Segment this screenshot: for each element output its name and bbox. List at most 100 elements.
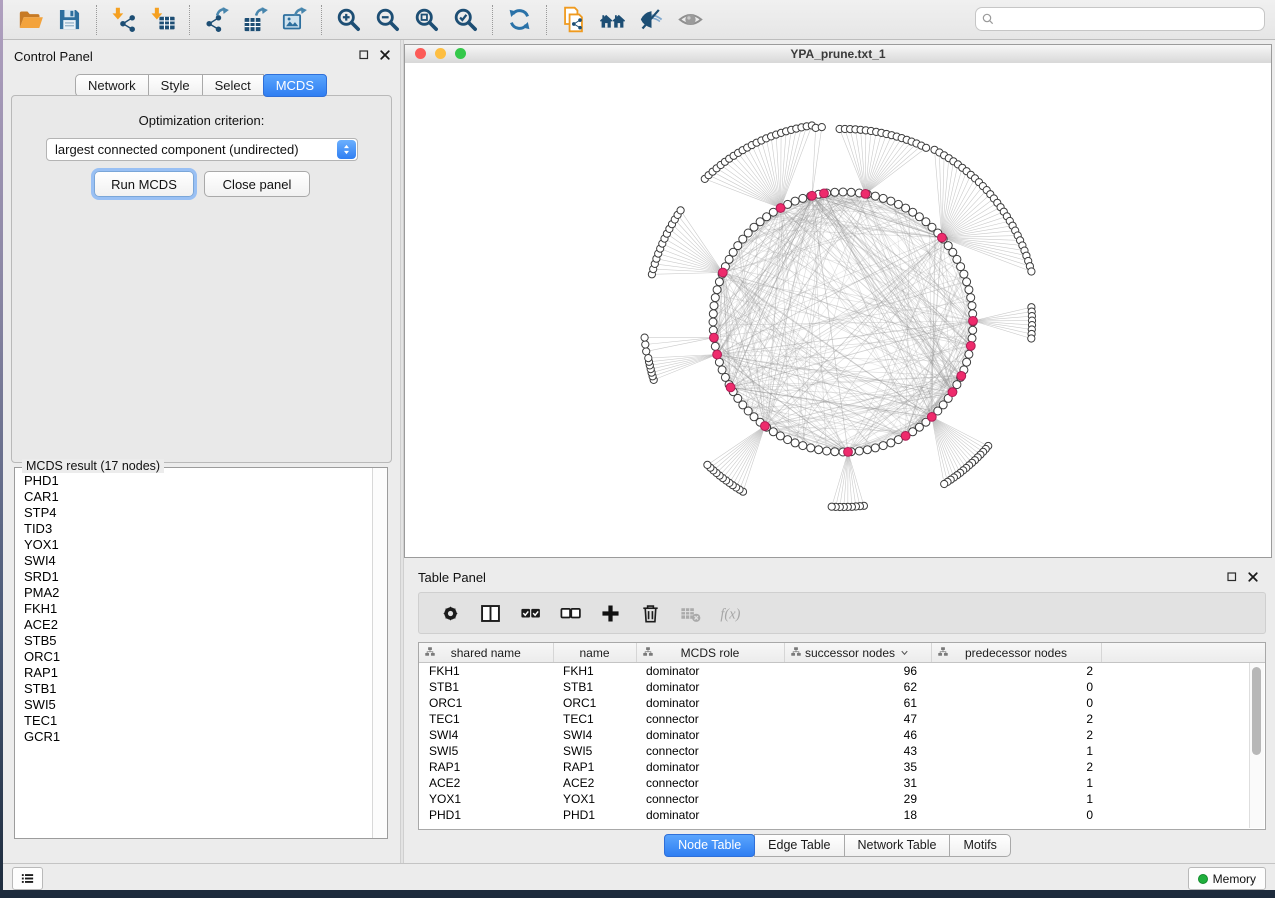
network-node[interactable] bbox=[871, 444, 879, 452]
mcds-node[interactable] bbox=[938, 233, 947, 242]
result-item[interactable]: TEC1 bbox=[24, 713, 372, 729]
network-node[interactable] bbox=[871, 192, 879, 200]
network-node[interactable] bbox=[799, 442, 807, 450]
network-node[interactable] bbox=[709, 310, 717, 318]
column-header-MCDS-role[interactable]: MCDS role bbox=[636, 643, 784, 663]
network-node[interactable] bbox=[879, 442, 887, 450]
network-node[interactable] bbox=[967, 294, 975, 302]
network-node[interactable] bbox=[641, 334, 648, 341]
optimization-criterion-select[interactable]: largest connected component (undirected) bbox=[46, 138, 358, 161]
export-image-button[interactable] bbox=[275, 3, 314, 37]
result-item[interactable]: PHD1 bbox=[24, 473, 372, 489]
result-item[interactable]: ACE2 bbox=[24, 617, 372, 633]
network-node[interactable] bbox=[887, 197, 895, 205]
search-input[interactable] bbox=[996, 11, 1260, 27]
network-node[interactable] bbox=[879, 194, 887, 202]
mcds-node[interactable] bbox=[726, 383, 735, 392]
add-column-button[interactable] bbox=[593, 597, 627, 629]
network-node[interactable] bbox=[839, 188, 847, 196]
network-canvas[interactable] bbox=[405, 63, 1271, 557]
network-node[interactable] bbox=[828, 503, 835, 510]
network-node[interactable] bbox=[713, 286, 721, 294]
network-node[interactable] bbox=[960, 270, 968, 278]
unselect-all-button[interactable] bbox=[553, 597, 587, 629]
mcds-node[interactable] bbox=[927, 413, 936, 422]
network-node[interactable] bbox=[715, 278, 723, 286]
table-row[interactable]: STB1STB1dominator620 bbox=[419, 679, 1265, 695]
network-node[interactable] bbox=[941, 480, 948, 487]
network-node[interactable] bbox=[968, 302, 976, 310]
mcds-node[interactable] bbox=[948, 388, 957, 397]
network-node[interactable] bbox=[645, 355, 652, 362]
network-node[interactable] bbox=[968, 334, 976, 342]
network-node[interactable] bbox=[677, 207, 684, 214]
mcds-node[interactable] bbox=[761, 422, 770, 431]
table-row[interactable]: FKH1FKH1dominator962 bbox=[419, 663, 1265, 680]
hide-labels-button[interactable] bbox=[632, 3, 671, 37]
mcds-node[interactable] bbox=[808, 191, 817, 200]
network-node[interactable] bbox=[923, 144, 930, 151]
network-node[interactable] bbox=[847, 188, 855, 196]
mcds-node[interactable] bbox=[844, 448, 853, 457]
close-panel-button[interactable]: Close panel bbox=[204, 171, 310, 197]
delete-column-button[interactable] bbox=[633, 597, 667, 629]
close-panel-icon[interactable] bbox=[379, 49, 391, 61]
result-item[interactable]: PMA2 bbox=[24, 585, 372, 601]
zoom-in-button[interactable] bbox=[329, 3, 368, 37]
task-history-button[interactable] bbox=[12, 867, 43, 890]
mcds-node[interactable] bbox=[901, 432, 910, 441]
zoom-out-button[interactable] bbox=[368, 3, 407, 37]
memory-button[interactable]: Memory bbox=[1188, 867, 1266, 890]
mcds-node[interactable] bbox=[710, 333, 719, 342]
tab-select[interactable]: Select bbox=[202, 74, 264, 97]
import-network-button[interactable] bbox=[104, 3, 143, 37]
tab-style[interactable]: Style bbox=[148, 74, 203, 97]
network-node[interactable] bbox=[855, 447, 863, 455]
column-header-name[interactable]: name bbox=[553, 643, 636, 663]
result-item[interactable]: STB1 bbox=[24, 681, 372, 697]
network-node[interactable] bbox=[711, 294, 719, 302]
export-network-button[interactable] bbox=[197, 3, 236, 37]
tab-network-table[interactable]: Network Table bbox=[844, 834, 951, 857]
mcds-node[interactable] bbox=[957, 372, 966, 381]
run-mcds-button[interactable]: Run MCDS bbox=[94, 171, 194, 197]
show-eye-button[interactable] bbox=[671, 3, 710, 37]
clone-network-button[interactable] bbox=[554, 3, 593, 37]
network-node[interactable] bbox=[721, 373, 729, 381]
close-panel-icon[interactable] bbox=[1247, 571, 1259, 583]
network-node[interactable] bbox=[643, 348, 650, 355]
table-row[interactable]: SWI4SWI4dominator462 bbox=[419, 727, 1265, 743]
result-item[interactable]: GCR1 bbox=[24, 729, 372, 745]
network-node[interactable] bbox=[818, 124, 825, 131]
network-node[interactable] bbox=[831, 448, 839, 456]
open-folder-button[interactable] bbox=[11, 3, 50, 37]
refresh-button[interactable] bbox=[500, 3, 539, 37]
table-row[interactable]: SWI5SWI5connector431 bbox=[419, 743, 1265, 759]
network-node[interactable] bbox=[963, 358, 971, 366]
search-box[interactable] bbox=[975, 7, 1265, 31]
table-scrollbar-thumb[interactable] bbox=[1252, 667, 1261, 755]
result-item[interactable]: CAR1 bbox=[24, 489, 372, 505]
result-item[interactable]: FKH1 bbox=[24, 601, 372, 617]
tab-motifs[interactable]: Motifs bbox=[949, 834, 1010, 857]
tab-mcds[interactable]: MCDS bbox=[263, 74, 327, 97]
tab-network[interactable]: Network bbox=[75, 74, 149, 97]
network-node[interactable] bbox=[710, 302, 718, 310]
network-node[interactable] bbox=[709, 318, 717, 326]
export-table-button[interactable] bbox=[236, 3, 275, 37]
mcds-node[interactable] bbox=[713, 350, 722, 359]
network-node[interactable] bbox=[823, 447, 831, 455]
gear-button[interactable] bbox=[433, 597, 467, 629]
float-panel-icon[interactable] bbox=[358, 49, 370, 61]
network-node[interactable] bbox=[1028, 335, 1035, 342]
float-panel-icon[interactable] bbox=[1226, 571, 1238, 583]
result-item[interactable]: RAP1 bbox=[24, 665, 372, 681]
result-item[interactable]: STP4 bbox=[24, 505, 372, 521]
result-scrollbar[interactable] bbox=[372, 468, 387, 838]
result-item[interactable]: STB5 bbox=[24, 633, 372, 649]
network-node[interactable] bbox=[887, 439, 895, 447]
result-item[interactable]: SWI4 bbox=[24, 553, 372, 569]
table-row[interactable]: PHD1PHD1dominator180 bbox=[419, 807, 1265, 823]
network-node[interactable] bbox=[969, 326, 977, 334]
result-item[interactable]: YOX1 bbox=[24, 537, 372, 553]
